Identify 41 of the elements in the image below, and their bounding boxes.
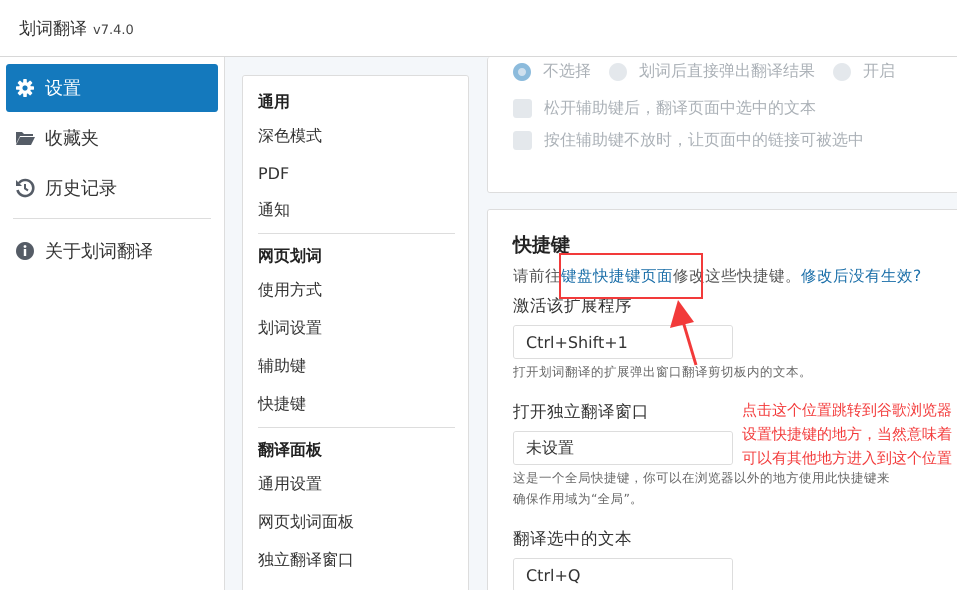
section-title: 快捷键 — [513, 233, 571, 258]
shortcut-input[interactable]: Ctrl+Q — [513, 558, 733, 590]
sidebar-item[interactable]: 关于划词翻译 — [6, 227, 218, 275]
help-link[interactable]: 修改后没有生效? — [801, 267, 922, 285]
nav-link[interactable]: 辅助键 — [258, 347, 455, 385]
nav-link[interactable]: 快捷键 — [258, 385, 455, 423]
annotation-arrow — [670, 300, 698, 366]
nav-link[interactable]: 通知 — [258, 191, 455, 229]
history-icon — [15, 178, 35, 198]
sidebar-item[interactable]: 历史记录 — [6, 164, 218, 212]
version-label: v7.4.0 — [93, 23, 134, 38]
radio-label: 不选择 — [543, 61, 591, 82]
sidebar-item[interactable]: 设置 — [6, 64, 218, 112]
app-title: 划词翻译 — [19, 18, 87, 40]
nav-link[interactable]: 深色模式 — [258, 117, 455, 155]
radio-label: 划词后直接弹出翻译结果 — [639, 61, 815, 82]
shortcut-input[interactable]: Ctrl+Shift+1 — [513, 325, 733, 359]
checkbox-label: 松开辅助键后，翻译页面中选中的文本 — [544, 98, 816, 119]
shortcut-input[interactable]: 未设置 — [513, 431, 733, 465]
annotation-text: 可以有其他地方进入到这个位置 — [742, 448, 952, 469]
nav-section-heading: 网页划词 — [258, 245, 323, 267]
info-icon — [15, 241, 35, 261]
nav-link[interactable]: 网页划词面板 — [258, 503, 455, 541]
radio-label: 开启 — [863, 61, 895, 82]
nav-section-heading: 翻译面板 — [258, 439, 323, 461]
nav-link[interactable]: 划词设置 — [258, 309, 455, 347]
hint-text: 确保作用域为“全局”。 — [513, 490, 644, 507]
field-label: 打开独立翻译窗口 — [513, 401, 649, 423]
hint-text: 这是一个全局快捷键，你可以在浏览器以外的地方使用此快捷键来 — [513, 469, 891, 486]
hint-text: 打开划词翻译的扩展弹出窗口翻译剪切板内的文本。 — [513, 363, 813, 380]
annotation-text: 设置快捷键的地方，当然意味着 — [742, 424, 952, 445]
nav-link[interactable]: 通用设置 — [258, 465, 455, 503]
nav-link[interactable]: 独立翻译窗口 — [258, 541, 455, 579]
nav-link[interactable]: PDF — [258, 155, 455, 191]
field-label: 翻译选中的文本 — [513, 528, 632, 550]
annotation-text: 点击这个位置跳转到谷歌浏览器 — [742, 400, 952, 421]
nav-link[interactable]: 使用方式 — [258, 271, 455, 309]
keyboard-shortcuts-link[interactable]: 键盘快捷键页面 — [561, 267, 673, 285]
sidebar-item[interactable]: 收藏夹 — [6, 114, 218, 162]
checkbox-label: 按住辅助键不放时，让页面中的链接可被选中 — [544, 130, 864, 151]
nav-section-heading: 通用 — [258, 91, 291, 113]
